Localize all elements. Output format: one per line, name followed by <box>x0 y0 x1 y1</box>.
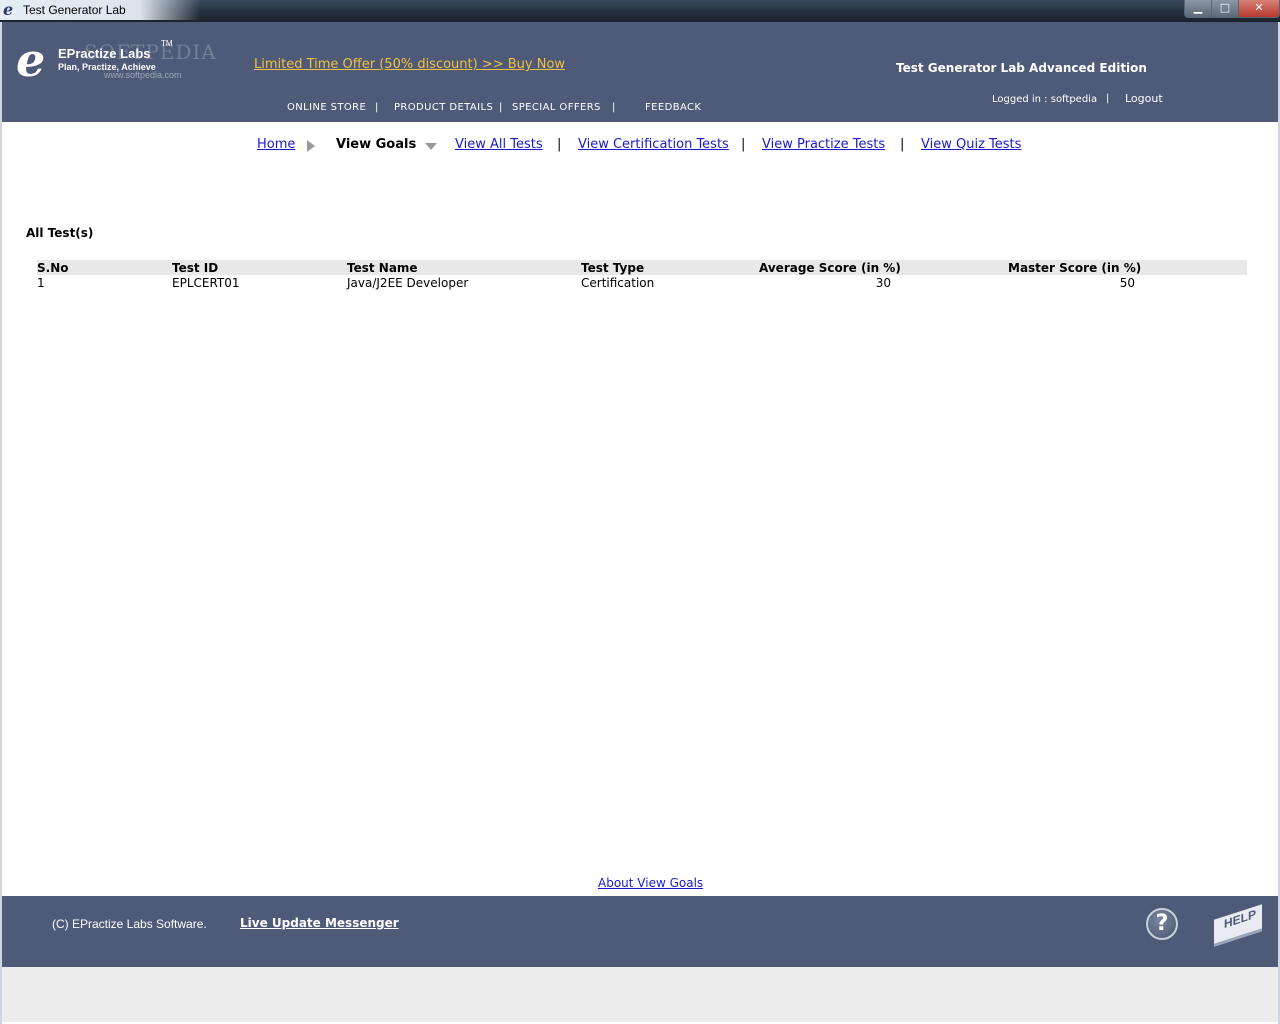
crumb-separator: | <box>900 137 905 152</box>
current-page-label: View Goals <box>336 137 417 152</box>
cell-sno: 1 <box>37 276 45 290</box>
crumb-separator: | <box>557 137 562 152</box>
home-link[interactable]: Home <box>257 137 295 152</box>
column-header: Test Type <box>581 261 645 275</box>
edition-title: Test Generator Lab Advanced Edition <box>896 61 1147 75</box>
logged-in-user: Logged in : softpedia <box>992 94 1098 105</box>
app-footer: (C) EPractize Labs Software. Live Update… <box>2 896 1278 967</box>
nav-separator: | <box>612 102 616 113</box>
column-header: Master Score (in %) <box>1008 261 1142 275</box>
app-header: SOFTPEDIA e EPractize Labs TM Plan, Prac… <box>2 22 1278 122</box>
watermark-url: www.softpedia.com <box>104 70 182 80</box>
brand-name: EPractize Labs <box>58 46 151 61</box>
column-header: Test Name <box>347 261 418 275</box>
chevron-down-icon[interactable] <box>425 143 437 150</box>
crumb-separator: | <box>741 137 746 152</box>
minimize-button[interactable]: ▁ <box>1184 0 1212 18</box>
table-row[interactable]: 1 EPLCERT01 Java/J2EE Developer Certific… <box>37 275 1247 291</box>
trademark: TM <box>161 39 173 48</box>
view-practize-tests-link[interactable]: View Practize Tests <box>762 137 885 152</box>
close-button[interactable]: ✕ <box>1238 0 1280 18</box>
window-frame <box>0 22 1280 1024</box>
cell-test-type: Certification <box>581 276 655 290</box>
maximize-button[interactable]: □ <box>1211 0 1239 18</box>
tests-table: S.No Test ID Test Name Test Type Average… <box>37 260 1247 291</box>
cell-test-name: Java/J2EE Developer <box>347 276 469 290</box>
question-icon[interactable]: ? <box>1146 908 1178 940</box>
logo-e-icon: e <box>16 33 46 87</box>
nav-product-details[interactable]: PRODUCT DETAILS <box>394 102 493 113</box>
window-title-bar[interactable]: e Test Generator Lab ▁ □ ✕ <box>0 0 1280 22</box>
cell-average-score: 30 <box>875 276 891 290</box>
table-header: S.No Test ID Test Name Test Type Average… <box>37 260 1247 275</box>
help-button[interactable]: HELP <box>1212 904 1266 947</box>
column-header: Average Score (in %) <box>759 261 901 275</box>
title-block: e Test Generator Lab <box>0 0 200 20</box>
about-view-goals-link[interactable]: About View Goals <box>598 876 703 890</box>
chevron-right-icon <box>307 140 315 152</box>
view-all-tests-link[interactable]: View All Tests <box>455 137 543 152</box>
breadcrumb: Home View Goals View All Tests | View Ce… <box>0 137 1280 157</box>
view-certification-tests-link[interactable]: View Certification Tests <box>578 137 729 152</box>
nav-separator: | <box>499 102 503 113</box>
app-icon: e <box>3 0 14 19</box>
cell-master-score: 50 <box>1119 276 1135 290</box>
nav-special-offers[interactable]: SPECIAL OFFERS <box>512 102 601 113</box>
view-quiz-tests-link[interactable]: View Quiz Tests <box>921 137 1021 152</box>
status-area <box>2 967 1278 1022</box>
column-header: Test ID <box>172 261 219 275</box>
nav-feedback[interactable]: FEEDBACK <box>645 102 701 113</box>
epractize-logo[interactable]: SOFTPEDIA e EPractize Labs TM Plan, Prac… <box>14 34 216 104</box>
section-title: All Test(s) <box>26 226 94 240</box>
copyright-text: (C) EPractize Labs Software. <box>52 917 207 931</box>
logout-link[interactable]: Logout <box>1125 92 1163 105</box>
user-separator: | <box>1106 93 1110 104</box>
nav-online-store[interactable]: ONLINE STORE <box>287 102 366 113</box>
window-title: Test Generator Lab <box>23 3 126 17</box>
cell-test-id: EPLCERT01 <box>172 276 240 290</box>
live-update-messenger-link[interactable]: Live Update Messenger <box>240 916 399 930</box>
column-header: S.No <box>37 261 69 275</box>
offer-link[interactable]: Limited Time Offer (50% discount) >> Buy… <box>254 57 565 72</box>
nav-separator: | <box>375 102 379 113</box>
